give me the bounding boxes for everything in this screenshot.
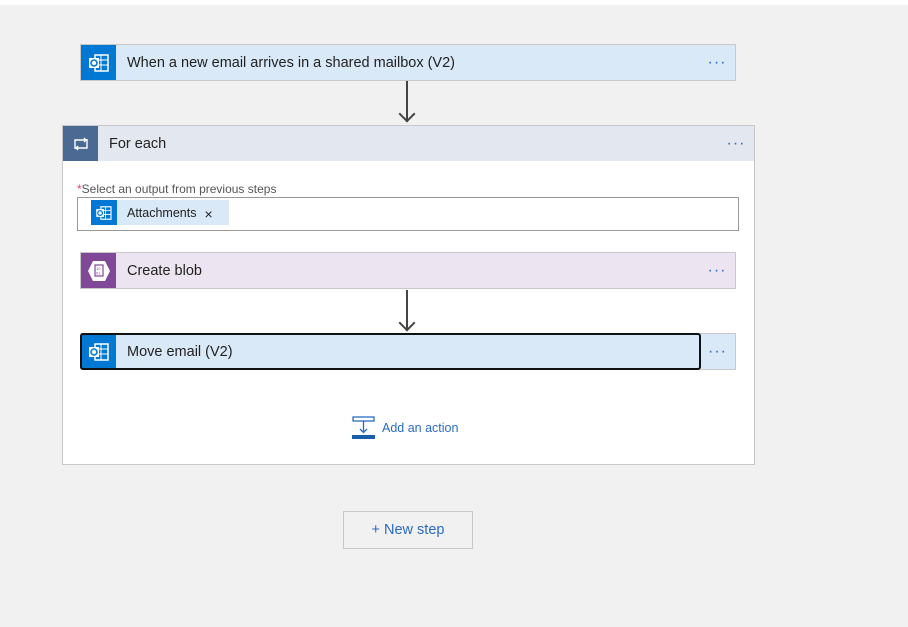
foreach-header[interactable]: For each ··· <box>63 126 754 161</box>
field-label: *Select an output from previous steps <box>77 182 276 196</box>
outlook-icon <box>91 200 117 225</box>
foreach-container: For each ··· *Select an output from prev… <box>62 125 755 465</box>
move-email-card[interactable]: Move email (V2) ··· <box>80 333 736 370</box>
token-remove-button[interactable]: × <box>204 206 212 222</box>
create-blob-card[interactable]: 10 01 Create blob ··· <box>80 252 736 289</box>
create-blob-title: Create blob <box>127 262 202 279</box>
trigger-card[interactable]: When a new email arrives in a shared mai… <box>80 44 736 81</box>
new-step-label: + New step <box>371 522 445 538</box>
loop-icon <box>63 126 98 161</box>
field-label-text: Select an output from previous steps <box>81 182 277 196</box>
create-blob-more-button[interactable]: ··· <box>699 262 735 280</box>
add-action-label: Add an action <box>382 421 459 435</box>
move-email-more-button[interactable]: ··· <box>700 333 736 370</box>
trigger-more-button[interactable]: ··· <box>699 54 735 72</box>
arrow-head <box>398 314 416 332</box>
new-step-button[interactable]: + New step <box>343 511 473 549</box>
output-select-input[interactable]: Attachments × <box>77 197 739 231</box>
move-email-title: Move email (V2) <box>127 343 233 360</box>
svg-text:01: 01 <box>96 270 101 275</box>
foreach-title: For each <box>109 135 167 152</box>
trigger-title: When a new email arrives in a shared mai… <box>127 54 455 71</box>
outlook-icon <box>81 45 116 80</box>
token-label: Attachments <box>127 205 197 220</box>
add-action-button[interactable]: Add an action <box>352 416 458 440</box>
attachments-token: Attachments × <box>91 200 229 225</box>
foreach-more-button[interactable]: ··· <box>718 135 754 153</box>
add-action-icon <box>352 416 375 439</box>
blob-storage-icon: 10 01 <box>81 253 116 288</box>
outlook-icon <box>81 334 116 369</box>
